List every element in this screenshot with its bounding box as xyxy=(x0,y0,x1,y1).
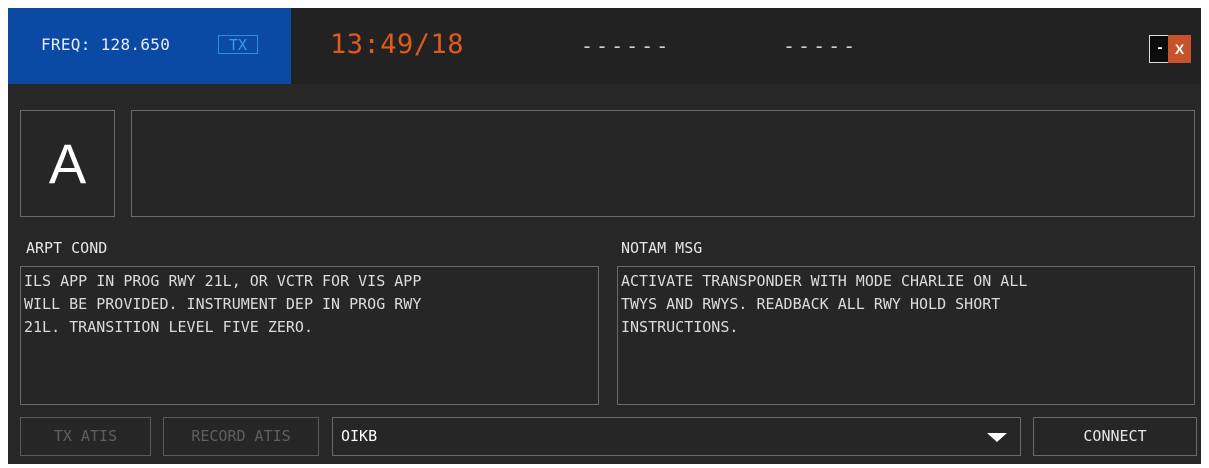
atis-info-display xyxy=(131,110,1195,217)
frequency-label: FREQ: 128.650 xyxy=(41,35,171,54)
arpt-cond-textarea[interactable]: ILS APP IN PROG RWY 21L, OR VCTR FOR VIS… xyxy=(20,266,599,405)
close-button[interactable]: X xyxy=(1168,35,1191,63)
connect-button[interactable]: CONNECT xyxy=(1033,417,1197,456)
atis-letter-box: A xyxy=(20,110,115,217)
record-atis-button[interactable]: RECORD ATIS xyxy=(163,417,319,456)
notam-msg-textarea[interactable]: ACTIVATE TRANSPONDER WITH MODE CHARLIE O… xyxy=(617,266,1195,405)
atis-window: FREQ: 128.650 TX 13:49/18 ------ ----- -… xyxy=(8,8,1201,464)
status-field-1: ------ xyxy=(581,34,672,58)
title-bar: FREQ: 128.650 TX 13:49/18 ------ ----- -… xyxy=(8,8,1201,84)
airport-select-value: OIKB xyxy=(341,427,378,445)
airport-select[interactable]: OIKB xyxy=(332,417,1021,456)
frequency-panel: FREQ: 128.650 TX xyxy=(8,8,291,84)
atis-letter: A xyxy=(48,132,87,195)
tx-atis-button[interactable]: TX ATIS xyxy=(20,417,151,456)
chevron-down-icon[interactable] xyxy=(987,433,1007,442)
arpt-cond-label: ARPT COND xyxy=(26,239,108,257)
status-field-2: ----- xyxy=(783,34,859,58)
tx-indicator: TX xyxy=(218,35,258,54)
notam-msg-label: NOTAM MSG xyxy=(621,239,703,257)
clock-display: 13:49/18 xyxy=(330,29,465,60)
